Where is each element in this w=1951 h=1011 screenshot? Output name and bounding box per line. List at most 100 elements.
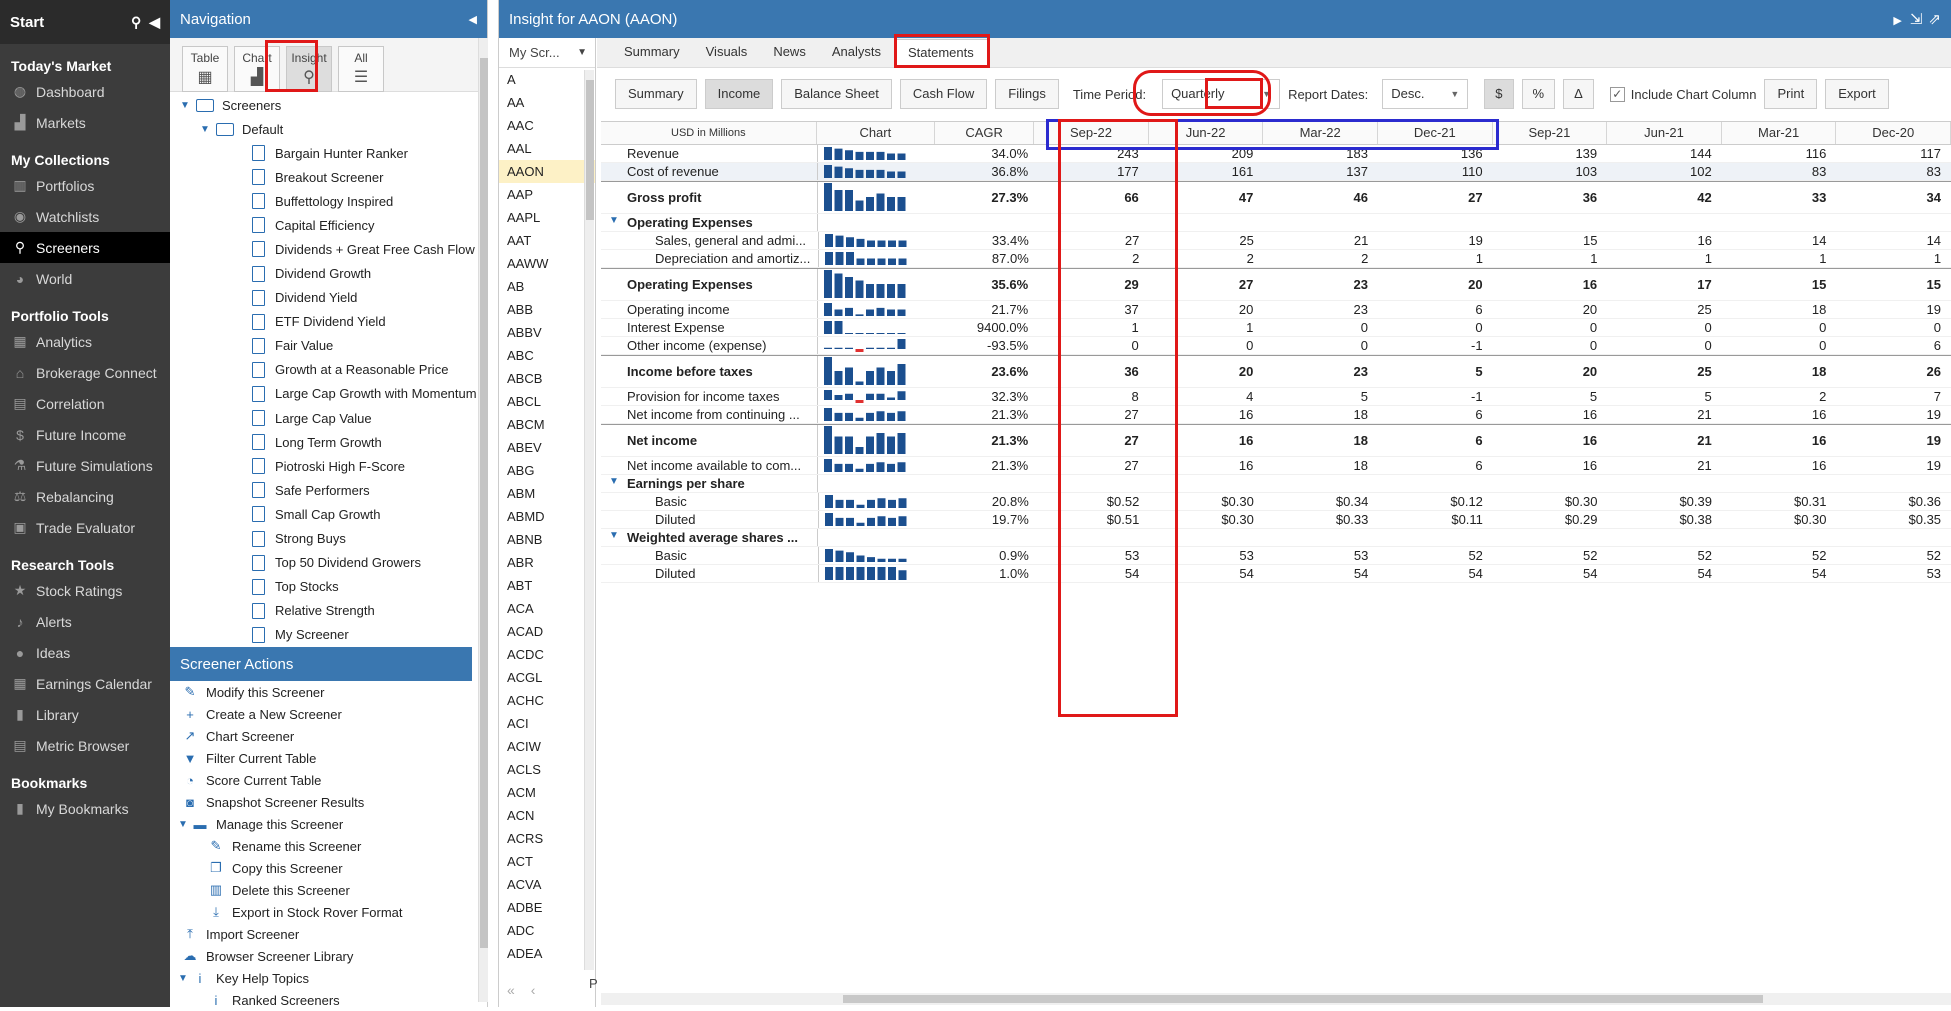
screener-item[interactable]: Capital Efficiency: [170, 213, 478, 237]
subtab-balance-sheet[interactable]: Balance Sheet: [781, 79, 892, 109]
action-export-in-stock-rover-format[interactable]: ⤓ Export in Stock Rover Format: [170, 901, 472, 923]
tab-visuals[interactable]: Visuals: [693, 39, 761, 67]
popout-icon[interactable]: ⇗: [1928, 11, 1941, 28]
column-header[interactable]: Chart: [817, 122, 936, 144]
ticker-item[interactable]: ABBV: [499, 321, 595, 344]
table-h-scroll-thumb[interactable]: [843, 995, 1763, 1003]
ticker-item[interactable]: AAON: [499, 160, 595, 183]
report-dates-select[interactable]: Desc. ▼: [1382, 79, 1469, 109]
all-view-button[interactable]: All ☰: [338, 46, 384, 92]
ticker-item[interactable]: ABEV: [499, 436, 595, 459]
screener-item[interactable]: Dividend Yield: [170, 286, 478, 310]
checkbox-icon[interactable]: ✓: [1609, 86, 1625, 102]
table-row[interactable]: Cost of revenue 36.8% 177 161 137 110 103 102 83…: [601, 163, 1951, 181]
expand-icon[interactable]: ▼: [178, 819, 190, 830]
ticker-item[interactable]: ABMD: [499, 505, 595, 528]
action-browser-screener-library[interactable]: ☁ Browser Screener Library: [170, 945, 472, 967]
screener-item[interactable]: Small Cap Growth: [170, 502, 478, 526]
table-row[interactable]: Net income from continuing ... 21.3% 27 16 1…: [601, 406, 1951, 424]
table-h-scrollbar[interactable]: [601, 993, 1951, 1005]
ticker-item[interactable]: AB: [499, 275, 595, 298]
ticker-item[interactable]: ACVA: [499, 873, 595, 896]
ticker-item[interactable]: ACAD: [499, 620, 595, 643]
action-filter-current-table[interactable]: ▼ Filter Current Table: [170, 747, 472, 769]
first-page-icon[interactable]: «: [507, 982, 515, 998]
action-manage-this-screener[interactable]: ▼ ▬ Manage this Screener: [170, 813, 472, 835]
collapse-icon[interactable]: ▼: [609, 215, 619, 226]
subtab-income[interactable]: Income: [704, 79, 774, 109]
ticker-item[interactable]: ACHC: [499, 689, 595, 712]
ticker-item[interactable]: ACGL: [499, 666, 595, 689]
action-score-current-table[interactable]: ◔ Score Current Table: [170, 769, 472, 791]
column-header[interactable]: CAGR: [935, 122, 1035, 144]
tab-analysts[interactable]: Analysts: [819, 39, 894, 67]
ticker-item[interactable]: AAP: [499, 183, 595, 206]
ticker-item[interactable]: ABT: [499, 574, 595, 597]
expand-icon[interactable]: ▼: [178, 973, 190, 984]
ticker-item[interactable]: ABCB: [499, 367, 595, 390]
screener-item[interactable]: Large Cap Growth with Momentum: [170, 382, 478, 406]
sidebar-item-dashboard[interactable]: ◍ Dashboard: [0, 76, 170, 107]
subtab-filings[interactable]: Filings: [995, 79, 1059, 109]
ticker-scrollbar[interactable]: [584, 70, 594, 970]
ticker-item[interactable]: ACDC: [499, 643, 595, 666]
screener-item[interactable]: Strong Buys: [170, 527, 478, 551]
collapse-icon[interactable]: ▼: [609, 476, 619, 487]
sidebar-item-analytics[interactable]: ▦ Analytics: [0, 326, 170, 357]
group-row[interactable]: ▼ Earnings per share: [601, 475, 1951, 493]
table-row[interactable]: Diluted 19.7% $0.51 $0.30 $0.33 $0.11 $0.29 $0.…: [601, 511, 1951, 529]
nav-scroll-thumb[interactable]: [480, 58, 488, 948]
print-button[interactable]: Print: [1764, 79, 1818, 109]
tab-summary[interactable]: Summary: [611, 39, 693, 67]
ticker-item[interactable]: A: [499, 68, 595, 91]
sidebar-item-brokerage-connect[interactable]: ⌂ Brokerage Connect: [0, 357, 170, 388]
sidebar-item-rebalancing[interactable]: ⚖ Rebalancing: [0, 481, 170, 512]
sidebar-item-future-income[interactable]: $ Future Income: [0, 419, 170, 450]
table-view-button[interactable]: Table ▦: [182, 46, 228, 92]
table-row[interactable]: Diluted 1.0% 54 54 54 54 54 54 54 53: [601, 565, 1951, 583]
action-snapshot-screener-results[interactable]: ◙ Snapshot Screener Results: [170, 791, 472, 813]
screener-item[interactable]: ETF Dividend Yield: [170, 310, 478, 334]
action-create-a-new-screener[interactable]: + Create a New Screener: [170, 703, 472, 725]
include-chart-toggle[interactable]: ✓ Include Chart Column: [1609, 86, 1756, 102]
sidebar-item-ideas[interactable]: ● Ideas: [0, 637, 170, 668]
screener-item[interactable]: Large Cap Value: [170, 406, 478, 430]
sidebar-item-portfolios[interactable]: ▥ Portfolios: [0, 170, 170, 201]
ticker-item[interactable]: AAWW: [499, 252, 595, 275]
subtab-summary[interactable]: Summary: [615, 79, 697, 109]
action-ranked-screeners[interactable]: i Ranked Screeners: [170, 989, 472, 1011]
ticker-item[interactable]: ACM: [499, 781, 595, 804]
screener-item[interactable]: Buffettology Inspired: [170, 189, 478, 213]
table-row[interactable]: Sales, general and admi... 33.4% 27 25 21 19 1…: [601, 232, 1951, 250]
ticker-item[interactable]: ACRS: [499, 827, 595, 850]
column-header[interactable]: Jun-21: [1607, 122, 1722, 144]
table-row[interactable]: Interest Expense 9400.0% 1 1 0 0 0 0 0 0: [601, 319, 1951, 337]
action-import-screener[interactable]: ⤒ Import Screener: [170, 923, 472, 945]
start-label[interactable]: Start: [10, 14, 44, 31]
screener-item[interactable]: Bargain Hunter Ranker: [170, 141, 478, 165]
ticker-item[interactable]: ACN: [499, 804, 595, 827]
screener-item[interactable]: Dividends + Great Free Cash Flow: [170, 237, 478, 261]
tab-news[interactable]: News: [760, 39, 819, 67]
expand-right-icon[interactable]: ▶: [1893, 15, 1901, 27]
ticker-item[interactable]: AAT: [499, 229, 595, 252]
ticker-item[interactable]: ADC: [499, 919, 595, 942]
nav-scrollbar[interactable]: [478, 38, 488, 1002]
percent-button[interactable]: %: [1521, 79, 1556, 109]
sidebar-item-library[interactable]: ▮ Library: [0, 699, 170, 730]
sidebar-item-trade-evaluator[interactable]: ▣ Trade Evaluator: [0, 512, 170, 543]
collapse-left-icon[interactable]: ◀: [469, 13, 477, 26]
group-row[interactable]: ▼ Weighted average shares ...: [601, 529, 1951, 547]
sidebar-item-alerts[interactable]: ♪ Alerts: [0, 606, 170, 637]
table-row[interactable]: Basic 0.9% 53 53 53 52 52 52 52 52: [601, 547, 1951, 565]
ticker-item[interactable]: ACI: [499, 712, 595, 735]
table-row[interactable]: Income before taxes 23.6% 36 20 23 5 20 25 18 26: [601, 355, 1951, 388]
screener-item[interactable]: Growth at a Reasonable Price: [170, 358, 478, 382]
table-row[interactable]: Provision for income taxes 32.3% 8 4 5 -1 5 5 2 7: [601, 388, 1951, 406]
expand-icon[interactable]: ▼: [198, 124, 212, 135]
sidebar-item-correlation[interactable]: ▤ Correlation: [0, 388, 170, 419]
sidebar-item-world[interactable]: ◕ World: [0, 263, 170, 294]
group-row[interactable]: ▼ Operating Expenses: [601, 214, 1951, 232]
screener-item[interactable]: Breakout Screener: [170, 165, 478, 189]
subtab-cash-flow[interactable]: Cash Flow: [899, 79, 988, 109]
